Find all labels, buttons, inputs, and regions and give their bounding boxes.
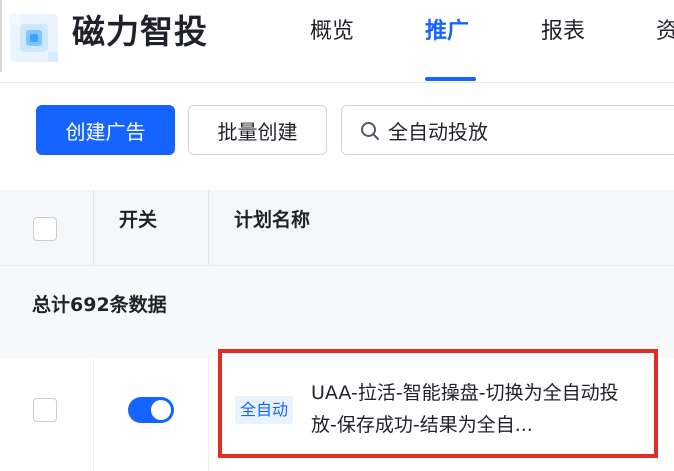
nav-tab-promotion[interactable]: 推广: [425, 12, 469, 52]
search-box[interactable]: [341, 105, 674, 155]
column-divider: [208, 358, 209, 471]
column-divider: [208, 190, 209, 265]
toggle-knob: [151, 400, 171, 420]
auto-delivery-tag: 全自动: [235, 396, 294, 424]
batch-create-button[interactable]: 批量创建: [188, 105, 327, 155]
window-edge: [0, 0, 2, 72]
column-divider: [93, 190, 94, 265]
column-header-switch: 开关: [119, 209, 158, 231]
total-count-text: 总计692条数据: [32, 294, 167, 316]
row-checkbox[interactable]: [33, 398, 57, 422]
plan-name-link[interactable]: UAA-拉活-智能操盘-切换为全自动投放-保存成功-结果为全自...: [311, 377, 643, 441]
nav-tab-reports[interactable]: 报表: [541, 12, 585, 52]
app-title: 磁力智投: [72, 12, 208, 51]
column-header-plan-name[interactable]: 计划名称: [234, 205, 310, 235]
create-ad-button[interactable]: 创建广告: [36, 105, 175, 155]
plan-switch-toggle[interactable]: [128, 397, 174, 423]
nav-tab-overview[interactable]: 概览: [310, 12, 354, 52]
app-logo-icon: [10, 14, 58, 62]
column-divider: [93, 358, 94, 471]
search-input[interactable]: [388, 114, 668, 146]
table-header: [0, 190, 674, 265]
active-tab-indicator: [425, 77, 476, 81]
select-all-checkbox[interactable]: [33, 217, 57, 241]
search-icon: [361, 122, 379, 140]
nav-tab-assets[interactable]: 资: [656, 12, 674, 52]
